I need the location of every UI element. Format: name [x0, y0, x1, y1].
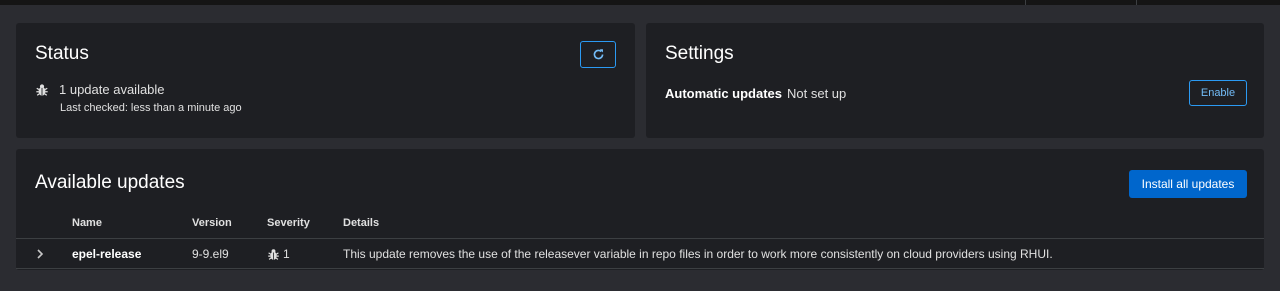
update-count-row: 1 update available — [35, 82, 165, 97]
top-bar-divider — [1136, 0, 1137, 5]
update-details: This update removes the use of the relea… — [343, 247, 1053, 261]
table-header-divider — [16, 238, 1264, 239]
bug-icon — [36, 83, 48, 96]
top-bar-divider — [1025, 0, 1026, 5]
severity-count: 1 — [283, 247, 290, 261]
top-bar — [0, 0, 1280, 5]
update-count-text: 1 update available — [59, 82, 165, 97]
last-checked-text: Last checked: less than a minute ago — [60, 102, 242, 114]
refresh-icon — [593, 49, 603, 60]
column-header-name[interactable]: Name — [72, 217, 102, 229]
table-row-divider — [16, 268, 1264, 269]
column-header-severity[interactable]: Severity — [267, 217, 310, 229]
update-name: epel-release — [72, 247, 142, 261]
bug-icon — [268, 248, 279, 260]
install-all-updates-button[interactable]: Install all updates — [1129, 170, 1247, 198]
row-expand-toggle[interactable] — [33, 245, 47, 263]
refresh-button[interactable] — [580, 41, 616, 68]
settings-card — [646, 23, 1264, 138]
available-updates-title: Available updates — [35, 172, 185, 193]
column-header-version[interactable]: Version — [192, 217, 232, 229]
settings-title: Settings — [665, 43, 734, 64]
status-card — [16, 23, 635, 138]
column-header-details[interactable]: Details — [343, 217, 379, 229]
chevron-right-icon — [37, 249, 44, 259]
status-title: Status — [35, 43, 89, 64]
update-version: 9-9.el9 — [192, 247, 229, 261]
automatic-updates-label: Automatic updates — [665, 86, 783, 101]
update-severity: 1 — [267, 247, 290, 261]
enable-button[interactable]: Enable — [1189, 80, 1247, 106]
automatic-updates-value: Not set up — [787, 86, 847, 101]
